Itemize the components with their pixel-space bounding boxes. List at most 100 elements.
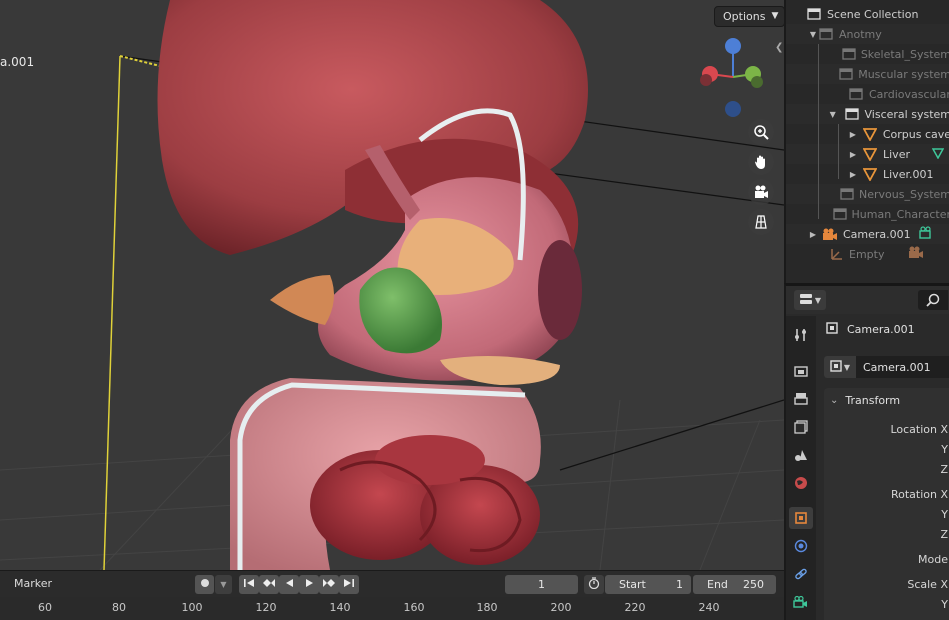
outliner-panel[interactable]: Scene Collection ▼ Anotmy Skeletal_Syste…: [784, 0, 949, 283]
keying-dropdown[interactable]: ▼: [215, 575, 232, 594]
ortho-grid-icon[interactable]: [748, 209, 774, 235]
object-icon: [830, 359, 842, 375]
camera-view-icon[interactable]: [748, 179, 774, 205]
transform-panel: ⌄ Transform Location X Y Z Rotation X Y …: [824, 388, 949, 620]
3d-viewport[interactable]: a.001 Options ▼ ❮: [0, 0, 784, 570]
object-type-selector[interactable]: ▼: [824, 356, 856, 378]
mesh-icon: [862, 127, 878, 141]
next-keyframe-button[interactable]: [319, 575, 339, 594]
location-x-label: Location X: [890, 423, 948, 436]
outliner-row-liver-001[interactable]: ▶ Liver.001: [786, 164, 949, 184]
start-frame-field[interactable]: Start 1: [605, 575, 691, 594]
timeline-ruler[interactable]: 60 80 100 120 140 160 180 200 220 240: [0, 597, 784, 620]
world-icon[interactable]: [789, 472, 813, 494]
mesh-icon: [862, 147, 878, 161]
camera-object-label: a.001: [0, 55, 35, 69]
outliner-row-liver[interactable]: ▶ Liver: [786, 144, 949, 164]
outliner-row-skeletal[interactable]: Skeletal_System: [786, 44, 949, 64]
options-label: Options: [723, 10, 766, 23]
preview-range-button[interactable]: [584, 575, 604, 594]
expand-triangle-icon[interactable]: ▼: [828, 110, 838, 119]
play-icon: [304, 578, 314, 591]
start-value: 1: [676, 578, 683, 591]
constraints-icon[interactable]: [789, 563, 813, 585]
outliner-label: Empty: [849, 247, 885, 261]
collapse-triangle-icon[interactable]: ▶: [848, 150, 858, 159]
properties-header: ▼: [786, 286, 949, 314]
camera-data-icon: [918, 226, 935, 242]
area-divider[interactable]: [784, 570, 786, 620]
jump-start-button[interactable]: [239, 575, 259, 594]
marker-menu[interactable]: Marker: [14, 577, 52, 590]
object-icon: [826, 322, 838, 337]
prev-keyframe-icon: [262, 578, 276, 591]
options-dropdown[interactable]: Options ▼: [714, 6, 784, 27]
end-frame-field[interactable]: End 250: [693, 575, 776, 594]
empty-icon: [828, 247, 844, 261]
outliner-label: Liver: [883, 147, 910, 161]
transform-title: Transform: [845, 393, 901, 407]
play-button[interactable]: [299, 575, 319, 594]
output-icon[interactable]: [789, 388, 813, 410]
collection-icon: [839, 67, 853, 81]
view-layer-icon[interactable]: [789, 416, 813, 438]
outliner-label: Anotmy: [839, 27, 882, 41]
collapse-triangle-icon[interactable]: ▶: [848, 170, 858, 179]
outliner-row-corpus[interactable]: ▶ Corpus cave: [786, 124, 949, 144]
play-reverse-button[interactable]: [279, 575, 299, 594]
chevron-down-icon: ▼: [771, 11, 779, 21]
outliner-row-scene-collection[interactable]: Scene Collection: [786, 4, 949, 24]
current-frame-field[interactable]: 1: [505, 575, 578, 594]
outliner-row-cardiovascular[interactable]: Cardiovascular: [786, 84, 949, 104]
jump-end-icon: [343, 578, 355, 591]
prev-keyframe-button[interactable]: [259, 575, 279, 594]
outliner-label: Skeletal_System: [860, 47, 949, 61]
render-icon[interactable]: [789, 360, 813, 382]
chevron-down-icon: ▼: [814, 295, 822, 305]
outliner-label: Visceral system: [864, 107, 949, 121]
expand-triangle-icon[interactable]: ▼: [808, 30, 818, 39]
outliner-row-empty[interactable]: Empty: [786, 244, 949, 264]
outliner-row-muscular[interactable]: Muscular system: [786, 64, 949, 84]
collection-icon: [832, 207, 847, 221]
search-icon[interactable]: [918, 290, 948, 310]
sidebar-toggle-icon[interactable]: ❮: [775, 42, 783, 53]
ruler-tick: 200: [550, 601, 572, 614]
zoom-icon[interactable]: [748, 119, 774, 145]
outliner-row-anotmy[interactable]: ▼ Anotmy: [786, 24, 949, 44]
scale-x-label: Scale X: [907, 578, 948, 591]
anatomy-scene[interactable]: [0, 0, 784, 570]
camera-selection-edge: [103, 55, 121, 570]
collection-icon: [848, 87, 864, 101]
location-z-label: Z: [940, 463, 948, 476]
chevron-down-icon: ▼: [220, 580, 227, 589]
camera-data-icon[interactable]: [789, 591, 813, 613]
editor-type-button[interactable]: ▼: [794, 290, 826, 310]
next-keyframe-icon: [322, 578, 336, 591]
transform-panel-header[interactable]: ⌄ Transform: [824, 388, 949, 412]
ruler-tick: 160: [403, 601, 425, 614]
hand-pan-icon[interactable]: [748, 149, 774, 175]
properties-panel[interactable]: ▼ Camera.001 ▼ Camera.001 ⌄ Transform Lo…: [784, 283, 949, 620]
physics-icon[interactable]: [789, 535, 813, 557]
outliner-row-visceral[interactable]: ▼ Visceral system: [786, 104, 949, 124]
outliner-row-nervous[interactable]: Nervous_System: [786, 184, 949, 204]
collapse-triangle-icon[interactable]: ▶: [808, 230, 818, 239]
object-name-field[interactable]: ▼ Camera.001: [824, 356, 949, 378]
outliner-row-camera-001[interactable]: ▶ Camera.001: [786, 224, 949, 244]
tool-icon[interactable]: [789, 324, 813, 346]
camera-object-icon: [908, 246, 924, 262]
outliner-row-human-character[interactable]: Human_Character: [786, 204, 949, 224]
collection-icon: [818, 27, 834, 41]
ruler-tick: 80: [112, 601, 126, 614]
scene-icon[interactable]: [789, 444, 813, 466]
scale-y-label: Y: [941, 598, 948, 611]
collection-icon: [841, 47, 856, 61]
collapse-triangle-icon[interactable]: ▶: [848, 130, 858, 139]
outliner-label: Liver.001: [883, 167, 934, 181]
record-keyframe-button[interactable]: [195, 575, 214, 594]
object-icon[interactable]: [789, 507, 813, 529]
start-label: Start: [619, 578, 646, 591]
jump-end-button[interactable]: [339, 575, 359, 594]
modifier-icon: [931, 147, 945, 162]
